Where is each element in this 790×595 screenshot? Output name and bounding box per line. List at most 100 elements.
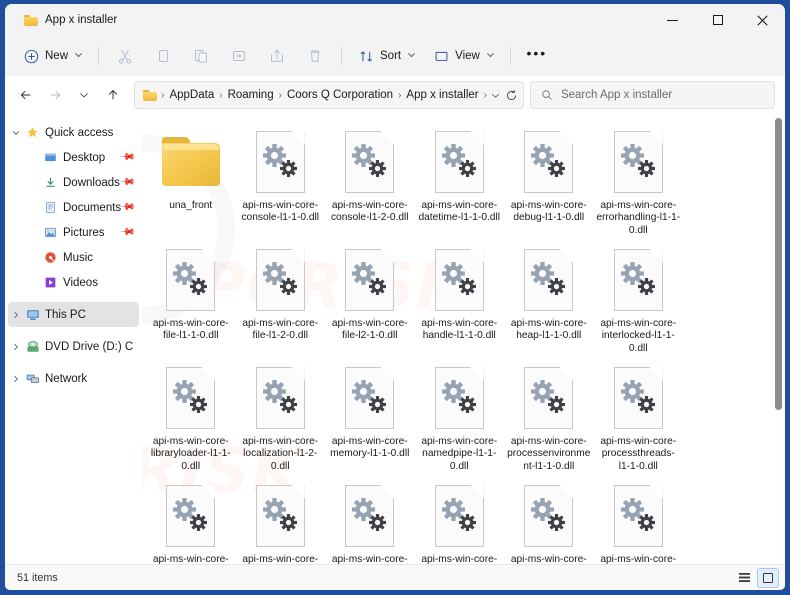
gear-small-icon — [190, 396, 207, 413]
file-item[interactable]: api-ms-win-core-file-l1-1-0.dll — [146, 238, 236, 356]
file-item[interactable]: api-ms-win-core-localization-l1-2-0.dll — [236, 356, 326, 474]
file-item[interactable]: api-ms-win-core-namedpipe-l1-1-0.dll — [415, 356, 505, 474]
folder-item[interactable]: una_front — [146, 120, 236, 238]
file-item[interactable]: api-ms-win-core-datetime-l1-1-0.dll — [415, 120, 505, 238]
sort-button[interactable]: Sort — [350, 41, 423, 71]
file-item[interactable]: api-ms-win-core-heap-l1-1-0.dll — [504, 238, 594, 356]
chevron-down-icon[interactable] — [8, 129, 24, 137]
breadcrumb-item-coors-q-corporation[interactable]: Coors Q Corporation — [283, 89, 397, 101]
file-item[interactable]: api-ms-win-core-synch-l1-2-0.dll — [594, 474, 684, 564]
pictures-icon — [42, 226, 59, 239]
file-item[interactable]: api-ms-win-core-interlocked-l1-1-0.dll — [594, 238, 684, 356]
breadcrumb-item-app-x-installer[interactable]: App x installer — [402, 89, 482, 101]
chevron-right-icon[interactable] — [8, 311, 24, 319]
see-more-button[interactable]: ••• — [519, 41, 555, 71]
gear-small-icon — [369, 514, 386, 531]
toolbar-separator-3 — [510, 47, 511, 65]
search-input[interactable]: Search App x installer — [561, 89, 672, 101]
dll-page-icon — [614, 131, 663, 193]
view-button[interactable]: View — [425, 41, 502, 71]
title-bar: App x installer — [5, 4, 785, 36]
dll-page-icon — [435, 367, 484, 429]
sidebar-item-label: Videos — [63, 277, 98, 289]
details-view-toggle[interactable] — [733, 568, 755, 588]
file-item[interactable]: api-ms-win-core-console-l1-2-0.dll — [325, 120, 415, 238]
dvd-icon — [24, 340, 41, 354]
caption-button-group — [650, 4, 785, 36]
sidebar-item-desktop[interactable]: Desktop 📌 — [8, 145, 139, 170]
file-item[interactable]: api-ms-win-core-file-l2-1-0.dll — [325, 238, 415, 356]
dll-file-icon — [256, 360, 305, 436]
share-button[interactable] — [259, 41, 295, 71]
sidebar-item-pictures[interactable]: Pictures 📌 — [8, 220, 139, 245]
sidebar-item-documents[interactable]: Documents 📌 — [8, 195, 139, 220]
breadcrumb[interactable]: › AppData › Roaming › Coors Q Corporatio… — [134, 81, 524, 109]
back-button[interactable] — [13, 81, 40, 109]
gear-small-icon — [548, 396, 565, 413]
sidebar-item-dvd-drive[interactable]: DVD Drive (D:) CCCC — [8, 334, 139, 359]
file-item[interactable]: api-ms-win-core-handle-l1-1-0.dll — [415, 238, 505, 356]
scrollbar-thumb[interactable] — [775, 118, 782, 410]
pin-icon[interactable]: 📌 — [118, 174, 135, 191]
ellipsis-icon: ••• — [526, 46, 547, 66]
new-button[interactable]: New — [15, 41, 90, 71]
toolbar-separator — [98, 47, 99, 65]
sidebar-item-this-pc[interactable]: This PC — [8, 302, 139, 327]
file-item[interactable]: api-ms-win-core-string-l1-1-0.dll — [415, 474, 505, 564]
gear-small-icon — [548, 278, 565, 295]
file-item[interactable]: api-ms-win-core-libraryloader-l1-1-0.dll — [146, 356, 236, 474]
file-item[interactable]: api-ms-win-core-memory-l1-1-0.dll — [325, 356, 415, 474]
maximize-button[interactable] — [695, 4, 740, 36]
explorer-tab[interactable]: App x installer — [12, 5, 129, 35]
breadcrumb-item-roaming[interactable]: Roaming — [224, 89, 278, 101]
file-item[interactable]: api-ms-win-core-synch-l1-1-0.dll — [504, 474, 594, 564]
file-item[interactable]: api-ms-win-core-processthreads-l1-1-0.dl… — [594, 356, 684, 474]
dll-file-icon — [435, 242, 484, 318]
sidebar-item-videos[interactable]: Videos — [8, 270, 139, 295]
forward-button[interactable] — [42, 81, 69, 109]
file-item[interactable]: api-ms-win-core-file-l1-2-0.dll — [236, 238, 326, 356]
large-icons-view-toggle[interactable] — [757, 568, 779, 588]
pin-icon[interactable]: 📌 — [118, 199, 135, 216]
file-item[interactable]: api-ms-win-core-console-l1-1-0.dll — [236, 120, 326, 238]
search-box[interactable]: Search App x installer — [530, 81, 775, 109]
recent-locations-button[interactable] — [71, 81, 98, 109]
file-name-label: api-ms-win-core-libraryloader-l1-1-0.dll — [149, 436, 233, 473]
file-item[interactable]: api-ms-win-core-debug-l1-1-0.dll — [504, 120, 594, 238]
file-item[interactable]: api-ms-win-core-processthreads-l1-1-1.dl… — [146, 474, 236, 564]
refresh-button[interactable] — [503, 83, 518, 107]
sidebar-item-downloads[interactable]: Downloads 📌 — [8, 170, 139, 195]
navigation-pane: Quick access Desktop 📌 Downloads 📌 — [5, 114, 142, 564]
file-item[interactable]: api-ms-win-core-errorhandling-l1-1-0.dll — [594, 120, 684, 238]
breadcrumb-item-appdata[interactable]: AppData — [165, 89, 218, 101]
command-bar: New — [5, 36, 785, 76]
minimize-button[interactable] — [650, 4, 695, 36]
chevron-right-icon[interactable] — [8, 343, 24, 351]
chevron-right-icon[interactable] — [8, 375, 24, 383]
delete-button[interactable] — [297, 41, 333, 71]
file-item[interactable]: api-ms-win-core-processenvironment-l1-1-… — [504, 356, 594, 474]
gear-small-icon — [548, 160, 565, 177]
paste-button[interactable] — [183, 41, 219, 71]
file-item[interactable]: api-ms-win-core-rtlsupport-l1-1-0.dll — [325, 474, 415, 564]
up-button[interactable] — [99, 81, 126, 109]
copy-button[interactable] — [145, 41, 181, 71]
pin-icon[interactable]: 📌 — [118, 149, 135, 166]
dll-page-icon — [256, 249, 305, 311]
dll-file-icon — [345, 242, 394, 318]
pin-icon[interactable]: 📌 — [118, 224, 135, 241]
rename-button[interactable] — [221, 41, 257, 71]
cut-button[interactable] — [107, 41, 143, 71]
file-list-view[interactable]: una_front api-ms-win-core-console-l1-1-0… — [142, 114, 785, 564]
nav-gap — [5, 327, 142, 334]
sidebar-item-quick-access[interactable]: Quick access — [8, 120, 139, 145]
vertical-scrollbar[interactable] — [771, 114, 785, 564]
file-name-label: api-ms-win-core-synch-l1-1-0.dll — [507, 554, 591, 564]
sidebar-item-network[interactable]: Network — [8, 366, 139, 391]
maximize-icon — [713, 15, 723, 25]
file-item[interactable]: api-ms-win-core-profile-l1-1-0.dll — [236, 474, 326, 564]
breadcrumb-dropdown-button[interactable] — [488, 83, 503, 107]
sidebar-item-music[interactable]: Music — [8, 245, 139, 270]
arrow-left-icon — [19, 88, 33, 102]
close-button[interactable] — [740, 4, 785, 36]
